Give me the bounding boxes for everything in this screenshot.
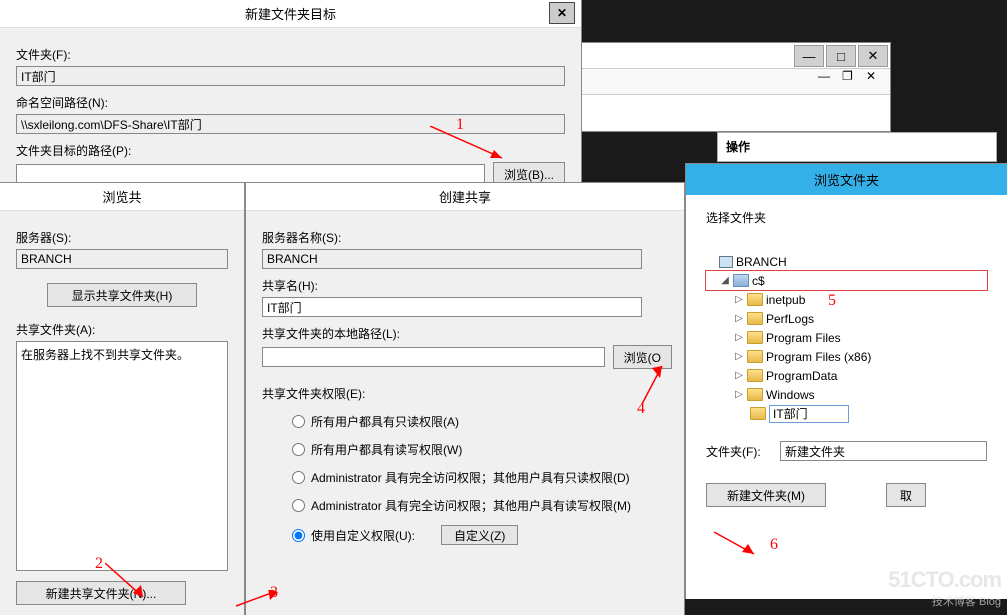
shared-folder-empty-msg: 在服务器上找不到共享文件夹。 bbox=[21, 348, 189, 362]
computer-icon bbox=[719, 256, 733, 268]
cs-local-field[interactable] bbox=[262, 347, 605, 367]
folder-icon bbox=[747, 369, 763, 382]
tree-drive[interactable]: c$ bbox=[752, 274, 765, 288]
cs-share-field[interactable] bbox=[262, 297, 642, 317]
folder-label: 文件夹(F): bbox=[16, 46, 565, 63]
show-shared-folders-button[interactable]: 显示共享文件夹(H) bbox=[47, 283, 197, 307]
tree-item[interactable]: ▷Windows bbox=[706, 385, 987, 404]
perm-label-3: Administrator 具有完全访问权限；其他用户具有只读权限(D) bbox=[311, 469, 630, 486]
server-field bbox=[16, 249, 228, 269]
bgwin2-min[interactable]: — bbox=[818, 69, 842, 87]
tree-item[interactable]: ▷Program Files (x86) bbox=[706, 347, 987, 366]
perm-label-2: 所有用户都具有读写权限(W) bbox=[311, 441, 462, 458]
perm-radio-readonly-all[interactable] bbox=[292, 415, 305, 428]
tree-root[interactable]: BRANCH bbox=[736, 255, 787, 269]
server-label: 服务器(S): bbox=[16, 229, 228, 246]
cs-perm-label: 共享文件夹权限(E): bbox=[262, 385, 668, 402]
namespace-label: 命名空间路径(N): bbox=[16, 94, 565, 111]
perm-radio-admin-rw[interactable] bbox=[292, 499, 305, 512]
dlg-createshare-title: 创建共享 bbox=[246, 183, 684, 211]
select-folder-label: 选择文件夹 bbox=[706, 209, 987, 226]
dlg-browsefolder-title: 浏览文件夹 bbox=[686, 164, 1007, 195]
perm-radio-readwrite-all[interactable] bbox=[292, 443, 305, 456]
bgwin2-restore[interactable]: ❐ bbox=[842, 69, 866, 87]
tree-item[interactable]: ▷Program Files bbox=[706, 328, 987, 347]
perm-radio-admin-ro[interactable] bbox=[292, 471, 305, 484]
cs-browse-button[interactable]: 浏览(O bbox=[613, 345, 672, 369]
close-icon[interactable]: ✕ bbox=[549, 2, 575, 24]
folder-field bbox=[16, 66, 565, 86]
bf-newfolder-button[interactable]: 新建文件夹(M) bbox=[706, 483, 826, 507]
perm-label-4: Administrator 具有完全访问权限；其他用户具有读写权限(M) bbox=[311, 497, 631, 514]
cs-server-label: 服务器名称(S): bbox=[262, 229, 668, 246]
bgwin2-close[interactable]: ✕ bbox=[866, 69, 890, 87]
bgwin-min[interactable]: — bbox=[794, 45, 824, 67]
dlg-target-title: 新建文件夹目标 bbox=[0, 0, 581, 28]
operations-panel-header: 操作 bbox=[717, 132, 997, 162]
bf-folder-label: 文件夹(F): bbox=[706, 443, 772, 460]
folder-icon bbox=[747, 331, 763, 344]
bf-folder-field[interactable] bbox=[780, 441, 987, 461]
tree-item[interactable]: ▷PerfLogs bbox=[706, 309, 987, 328]
tree-item[interactable]: ▷ProgramData bbox=[706, 366, 987, 385]
new-share-button[interactable]: 新建共享文件夹(N)... bbox=[16, 581, 186, 605]
bgwin-max[interactable]: □ bbox=[826, 45, 856, 67]
namespace-field bbox=[16, 114, 565, 134]
target-path-label: 文件夹目标的路径(P): bbox=[16, 142, 565, 159]
tree-item[interactable]: ▷inetpub bbox=[706, 290, 987, 309]
bf-cancel-button[interactable]: 取消 bbox=[886, 483, 926, 507]
cs-local-label: 共享文件夹的本地路径(L): bbox=[262, 325, 668, 342]
perm-label-5: 使用自定义权限(U): bbox=[311, 527, 415, 544]
folder-tree[interactable]: BRANCH ◢c$ ▷inetpub▷PerfLogs▷Program Fil… bbox=[706, 252, 987, 423]
tree-new-folder-input[interactable] bbox=[769, 405, 849, 423]
cs-server-field bbox=[262, 249, 642, 269]
target-path-field[interactable] bbox=[16, 164, 485, 184]
perm-radio-custom[interactable] bbox=[292, 529, 305, 542]
dlg-browseshare-title: 浏览共 bbox=[0, 183, 244, 211]
custom-perm-button[interactable]: 自定义(Z) bbox=[441, 525, 518, 545]
shared-folder-list[interactable]: 在服务器上找不到共享文件夹。 bbox=[16, 341, 228, 571]
folder-icon bbox=[747, 388, 763, 401]
shared-folder-label: 共享文件夹(A): bbox=[16, 321, 228, 338]
folder-icon bbox=[747, 350, 763, 363]
perm-label-1: 所有用户都具有只读权限(A) bbox=[311, 413, 459, 430]
folder-icon bbox=[747, 293, 763, 306]
folder-icon bbox=[750, 407, 766, 420]
drive-icon bbox=[733, 274, 749, 287]
folder-icon bbox=[747, 312, 763, 325]
bgwin-close[interactable]: ✕ bbox=[858, 45, 888, 67]
cs-share-label: 共享名(H): bbox=[262, 277, 668, 294]
